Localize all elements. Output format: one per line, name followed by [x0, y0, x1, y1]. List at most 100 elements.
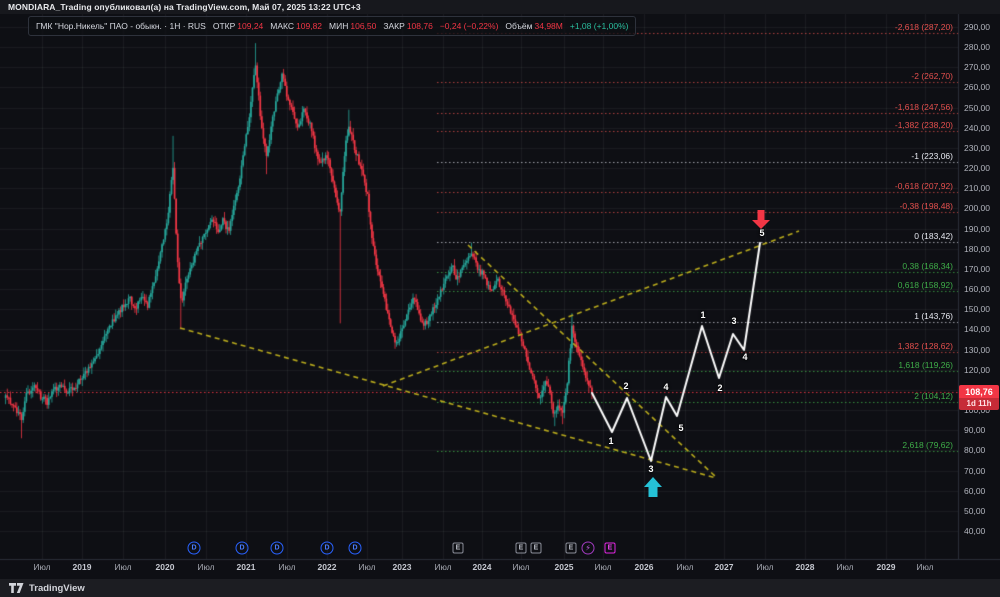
earnings-marker-icon[interactable]: E — [531, 543, 542, 554]
price-scale-label: 280,00 — [964, 42, 998, 52]
sell-signal-down-arrow-icon — [752, 210, 770, 235]
time-scale-label-Июл: Июл — [836, 562, 853, 572]
time-scale-label-2028: 2028 — [796, 562, 815, 572]
volume-value: 34,98M — [535, 21, 563, 31]
impulse-wave-label-1: 1 — [700, 310, 705, 320]
price-scale-label: 190,00 — [964, 224, 998, 234]
wedge-wave-label-3: 3 — [648, 464, 653, 474]
time-scale-label-2029: 2029 — [877, 562, 896, 572]
wedge-wave-label-4: 4 — [663, 382, 668, 392]
low-value: 106,50 — [350, 21, 376, 31]
time-scale-label-Июл: Июл — [278, 562, 295, 572]
close-value: 108,76 — [407, 21, 433, 31]
price-scale-label: 120,00 — [964, 365, 998, 375]
price-scale-label: 60,00 — [964, 486, 998, 496]
tradingview-logo-icon — [9, 583, 24, 593]
tradingview-logo[interactable]: TradingView — [9, 583, 85, 594]
symbol-title[interactable]: ГМК "Нор.Никель" ПАО - обыкн. · 1Н · RUS — [36, 21, 206, 31]
fib-level-label: 0,618 (158,92) — [753, 280, 953, 290]
price-scale-label: 290,00 — [964, 22, 998, 32]
fib-level-label: 2,618 (79,62) — [753, 440, 953, 450]
fib-level-label: 1 (143,76) — [753, 311, 953, 321]
low-label: МИН — [329, 21, 348, 31]
earnings-marker-icon[interactable]: E — [453, 543, 464, 554]
tradingview-published-chart: MONDIARA_Trading опубликовал(а) на Tradi… — [0, 0, 1000, 597]
fib-level-label: 0,38 (168,34) — [753, 261, 953, 271]
footer-bar: TradingView — [0, 579, 1000, 597]
last-price-value: 108,76 — [959, 385, 999, 398]
fib-level-label: -2 (262,70) — [753, 71, 953, 81]
time-scale-label-2020: 2020 — [156, 562, 175, 572]
time-scale-label-Июл: Июл — [676, 562, 693, 572]
symbol-legend[interactable]: ГМК "Нор.Никель" ПАО - обыкн. · 1Н · RUS… — [28, 16, 636, 36]
bar-close-countdown: 1d 11h — [959, 398, 999, 410]
time-scale-label-2021: 2021 — [237, 562, 256, 572]
time-scale-label-2023: 2023 — [393, 562, 412, 572]
dividend-marker-icon[interactable]: D — [236, 542, 249, 555]
upcoming-earnings-marker-icon[interactable]: E — [605, 543, 616, 554]
time-scale-label-2024: 2024 — [473, 562, 492, 572]
fib-level-label: -0,38 (198,48) — [753, 201, 953, 211]
price-scale-label: 50,00 — [964, 506, 998, 516]
dividend-marker-icon[interactable]: D — [188, 542, 201, 555]
earnings-marker-icon[interactable]: E — [566, 543, 577, 554]
volume-change-value: +1,08 (+1,00%) — [570, 21, 629, 31]
price-scale-label: 90,00 — [964, 425, 998, 435]
tradingview-brand-text: TradingView — [29, 583, 85, 594]
wedge-wave-label-1: 1 — [608, 436, 613, 446]
time-scale-label-Июл: Июл — [197, 562, 214, 572]
price-scale-label: 220,00 — [964, 163, 998, 173]
open-label: ОТКР — [213, 21, 235, 31]
price-scale-label: 40,00 — [964, 526, 998, 536]
buy-signal-up-arrow-icon — [644, 477, 662, 502]
time-scale-label-Июл: Июл — [358, 562, 375, 572]
price-scale-label: 250,00 — [964, 103, 998, 113]
change-value: −0,24 (−0,22%) — [440, 21, 499, 31]
volume-label: Объём — [505, 21, 532, 31]
attribution-text: MONDIARA_Trading опубликовал(а) на Tradi… — [8, 2, 361, 12]
price-chart-canvas[interactable] — [0, 0, 1000, 597]
price-scale-label: 230,00 — [964, 143, 998, 153]
impulse-wave-label-2: 2 — [717, 383, 722, 393]
time-scale-label-2026: 2026 — [635, 562, 654, 572]
earnings-marker-icon[interactable]: E — [516, 543, 527, 554]
time-scale-label-2027: 2027 — [715, 562, 734, 572]
fib-level-label: -1,618 (247,56) — [753, 102, 953, 112]
open-value: 109,24 — [237, 21, 263, 31]
flash-event-marker-icon[interactable]: ⚡ — [582, 542, 595, 555]
dividend-marker-icon[interactable]: D — [349, 542, 362, 555]
dividend-marker-icon[interactable]: D — [271, 542, 284, 555]
price-scale-label: 70,00 — [964, 466, 998, 476]
fib-level-label: 1,382 (128,62) — [753, 341, 953, 351]
high-label: МАКС — [270, 21, 294, 31]
dividend-marker-icon[interactable]: D — [321, 542, 334, 555]
price-scale-label: 270,00 — [964, 62, 998, 72]
time-scale-label-2025: 2025 — [555, 562, 574, 572]
time-scale-label-Июл: Июл — [114, 562, 131, 572]
time-scale-label-2022: 2022 — [318, 562, 337, 572]
impulse-wave-label-3: 3 — [731, 316, 736, 326]
time-scale-label-Июл: Июл — [512, 562, 529, 572]
price-scale-label: 210,00 — [964, 183, 998, 193]
time-scale-label-Июл: Июл — [33, 562, 50, 572]
impulse-wave-label-4: 4 — [742, 352, 747, 362]
fib-level-label: 1,618 (119,26) — [753, 360, 953, 370]
close-label: ЗАКР — [383, 21, 404, 31]
high-value: 109,82 — [296, 21, 322, 31]
wedge-wave-label-2: 2 — [623, 381, 628, 391]
price-scale-label: 180,00 — [964, 244, 998, 254]
price-scale-label: 260,00 — [964, 82, 998, 92]
price-scale-label: 170,00 — [964, 264, 998, 274]
fib-level-label: -0,618 (207,92) — [753, 181, 953, 191]
time-scale-label-2019: 2019 — [73, 562, 92, 572]
price-scale-label: 150,00 — [964, 304, 998, 314]
last-price-label: 108,76 1d 11h — [959, 385, 999, 410]
fib-level-label: -2,618 (287,20) — [753, 22, 953, 32]
fib-level-label: 2 (104,12) — [753, 391, 953, 401]
attribution-bar: MONDIARA_Trading опубликовал(а) на Tradi… — [0, 0, 1000, 14]
price-scale-label: 200,00 — [964, 203, 998, 213]
fib-level-label: 0 (183,42) — [753, 231, 953, 241]
price-scale-label: 240,00 — [964, 123, 998, 133]
price-scale-label: 130,00 — [964, 345, 998, 355]
time-scale-label-Июл: Июл — [434, 562, 451, 572]
